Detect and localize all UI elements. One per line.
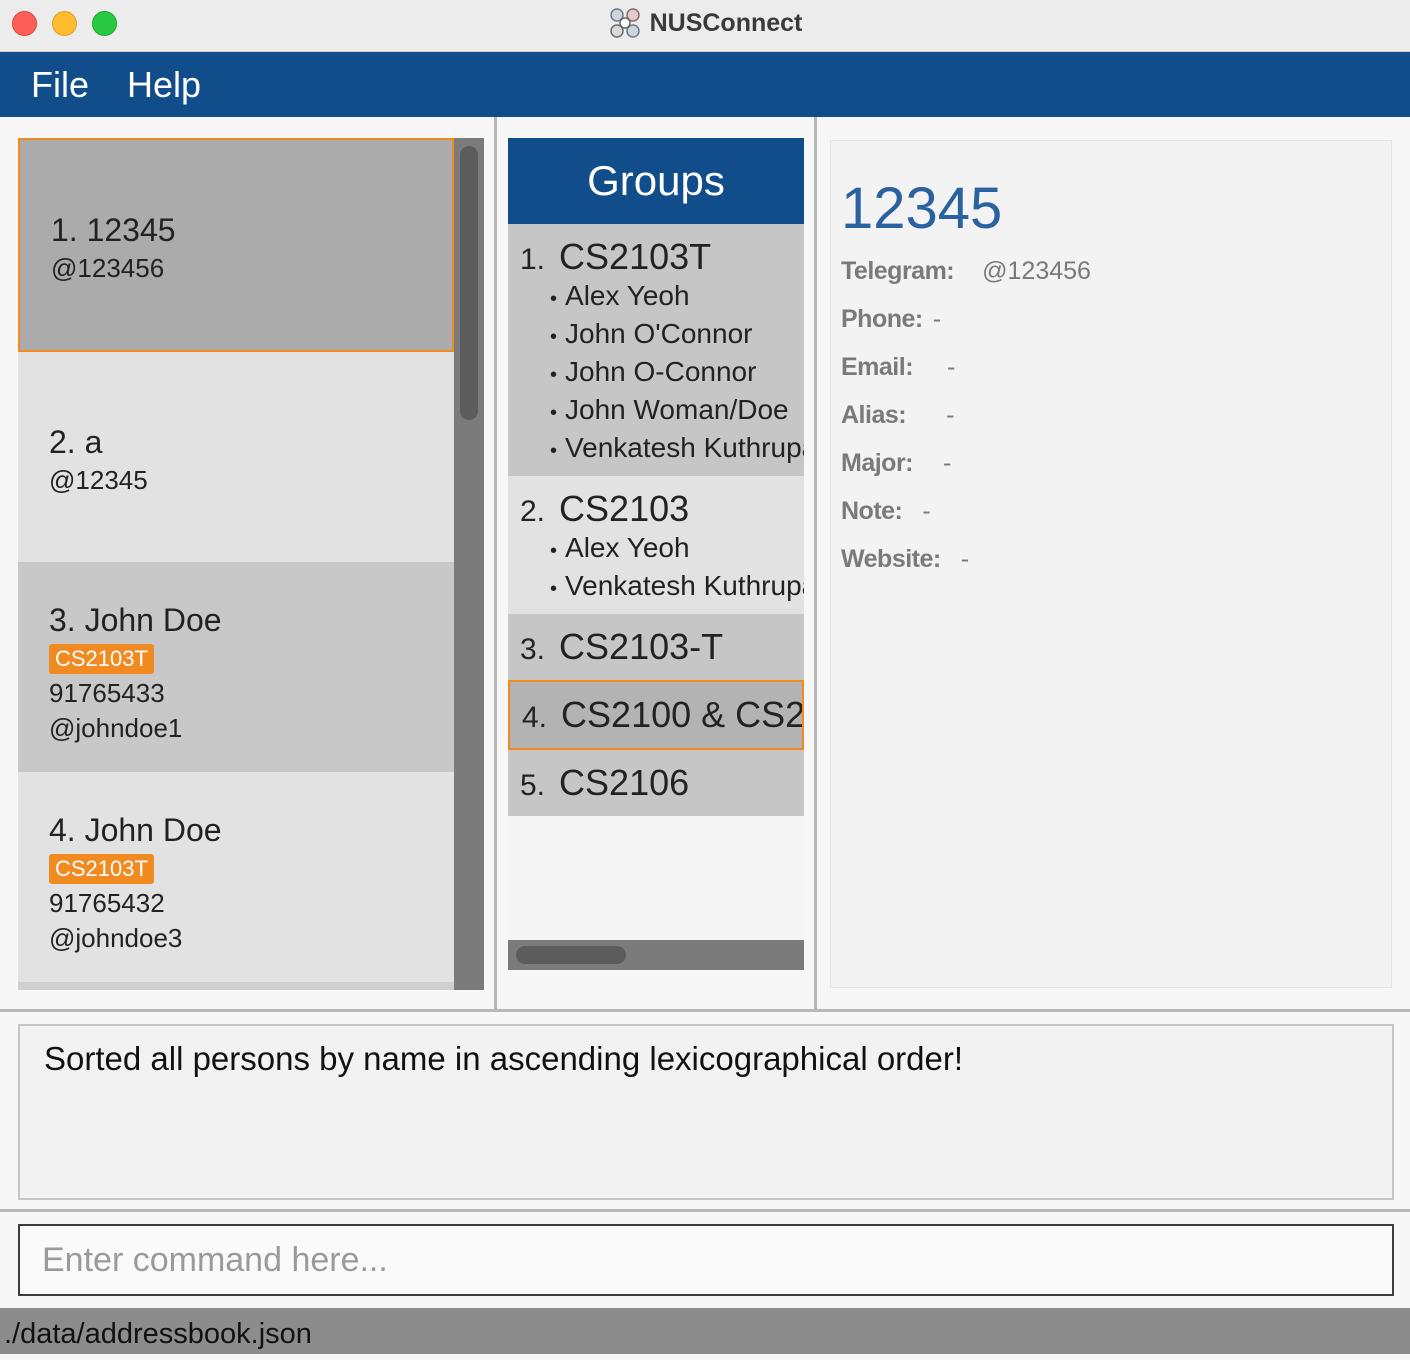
person-detail-panel: 12345 Telegram: @123456 Phone: - Email: - A… [830,140,1392,988]
pane-divider[interactable] [814,117,817,1010]
app-logo-icon [609,8,640,38]
group-tag: CS2103T [49,644,154,674]
detail-note: Note: - [841,497,931,525]
detail-alias: Alias: - [841,401,955,429]
person-name: 3. John Doe [49,602,222,638]
group-list-panel: Groups 1. CS2103T • Alex Yeoh • John O'Conn… [508,138,804,970]
status-bar-path: ./data/addressbook.json [0,1308,1410,1354]
result-display: Sorted all persons by name in ascending … [18,1024,1394,1200]
group-item[interactable]: 3. CS2103-T [508,614,804,680]
group-item[interactable]: 1. CS2103T • Alex Yeoh • John O'Connor • Joh… [508,224,804,476]
group-item[interactable]: 4. CS2100 & CS2101 [508,680,804,750]
person-name: 4. John Doe [49,812,222,848]
detail-name: 12345 [841,176,1003,241]
group-name: CS2103-T [559,626,724,667]
person-telegram: @12345 [49,465,148,495]
group-member: • John O-Connor [550,356,757,387]
detail-website: Website: - [841,545,970,573]
person-list-scrollbar[interactable] [454,138,484,990]
group-item[interactable]: 5. CS2106 [508,750,804,816]
person-card[interactable]: 2. a @12345 [18,352,454,562]
person-telegram: @johndoe3 [49,923,183,953]
group-member: • Alex Yeoh [550,280,690,311]
group-name: CS2103 [559,488,690,529]
person-name: 1. 12345 [51,212,176,248]
group-index: 5. [520,769,546,802]
person-telegram: @johndoe1 [49,713,183,743]
person-name: 2. a [49,424,103,460]
menu-help[interactable]: Help [127,64,201,106]
groups-header: Groups [508,138,804,224]
group-index: 3. [520,633,546,666]
group-index: 4. [522,701,548,734]
group-member: • John Woman/Doe [550,394,789,425]
window-title: NUSConnect [649,8,803,37]
menu-bar: File Help [0,52,1410,117]
group-index: 1. [520,243,546,276]
pane-divider[interactable] [494,117,497,1010]
person-telegram: @123456 [51,253,165,283]
person-list[interactable]: 1. 12345 @123456 2. a @12345 3. John Doe… [18,138,454,990]
detail-major: Major: - [841,449,952,477]
group-member: • Venkatesh Kuthrupal [550,432,804,463]
person-card[interactable]: 3. John Doe CS2103T 91765433 @johndoe1 [18,562,454,772]
person-phone: 91765433 [49,678,165,708]
pane-divider [0,1209,1410,1212]
person-phone: 91765432 [49,888,165,918]
group-list-scrollbar[interactable] [508,940,804,970]
command-input[interactable] [20,1226,1392,1294]
group-member: • Alex Yeoh [550,532,690,563]
group-name: CS2103T [559,236,712,277]
scrollbar-thumb[interactable] [516,946,626,964]
detail-telegram: Telegram: @123456 [841,257,1091,285]
detail-email: Email: - [841,353,956,381]
group-name: CS2100 & CS2101 [561,694,804,735]
group-name: CS2106 [559,762,690,803]
group-member: • Venkatesh Kuthrupal [550,570,804,601]
group-member: • John O'Connor [550,318,753,349]
person-card[interactable]: 4. John Doe CS2103T 91765432 @johndoe3 [18,772,454,982]
command-box[interactable] [18,1224,1394,1296]
pane-divider [0,1009,1410,1012]
menu-file[interactable]: File [31,64,89,106]
title-bar: NUSConnect [0,0,1410,52]
group-index: 2. [520,495,546,528]
group-item[interactable]: 2. CS2103 • Alex Yeoh • Venkatesh Kuthrupal [508,476,804,614]
person-card[interactable]: 1. 12345 @123456 [18,138,454,352]
scrollbar-thumb[interactable] [460,146,478,420]
detail-phone: Phone: - [841,305,942,333]
group-tag: CS2103T [49,854,154,884]
